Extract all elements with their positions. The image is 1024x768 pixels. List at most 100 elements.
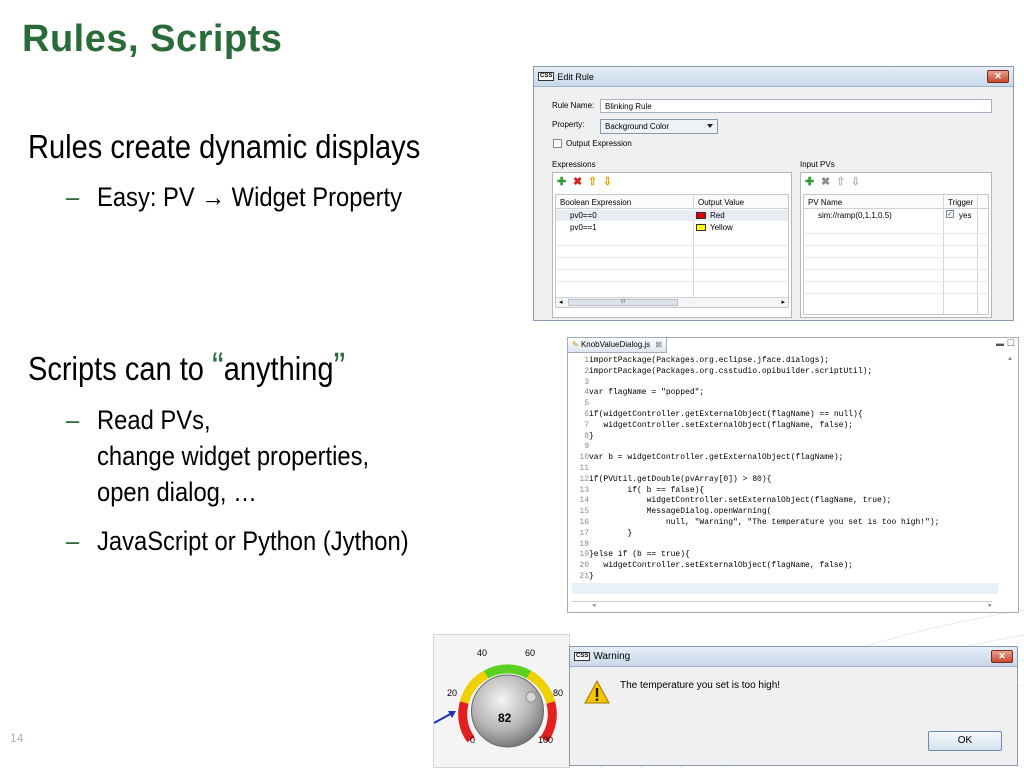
scroll-thumb[interactable]: III xyxy=(568,299,678,306)
scroll-up-icon[interactable]: ▲ xyxy=(1007,356,1013,362)
code-line[interactable]: 21} xyxy=(572,572,593,583)
code-line[interactable]: 14 widgetController.setExternalObject(fl… xyxy=(572,496,891,507)
edit-rule-title: Edit Rule xyxy=(557,71,594,82)
column-header[interactable]: Output Value xyxy=(698,198,744,207)
close-button[interactable]: ✕ xyxy=(987,70,1009,83)
line-number: 21 xyxy=(579,572,589,581)
add-icon[interactable]: ✚ xyxy=(557,177,566,188)
add-icon[interactable]: ✚ xyxy=(805,177,814,188)
bullet-line: open dialog, … xyxy=(97,477,257,507)
scroll-right-icon[interactable]: ▸ xyxy=(781,298,785,306)
scroll-left-icon[interactable]: ◂ xyxy=(592,601,596,609)
code-line[interactable]: 18 xyxy=(572,540,589,551)
edit-rule-dialog: CSS Edit Rule ✕ Rule Name: Blinking Rule… xyxy=(533,66,1014,321)
code-line[interactable]: 4var flagName = "popped"; xyxy=(572,388,704,399)
line-number: 16 xyxy=(579,518,589,527)
line-number: 3 xyxy=(584,377,589,387)
code-line[interactable]: 5 xyxy=(572,399,589,410)
rule-name-label: Rule Name: xyxy=(552,101,595,110)
tick-label: 100 xyxy=(538,735,553,745)
delete-icon[interactable]: ✖ xyxy=(573,177,582,188)
code-line[interactable]: 1importPackage(Packages.org.eclipse.jfac… xyxy=(572,356,829,367)
vertical-scrollbar[interactable]: ▲ xyxy=(1006,356,1016,596)
column-header[interactable]: Trigger xyxy=(948,198,973,207)
dash: – xyxy=(66,526,80,556)
line-number: 1 xyxy=(584,356,589,365)
code-text: widgetController.setExternalObject(flagN… xyxy=(589,561,854,571)
output-expression-label: Output Expression xyxy=(566,139,632,148)
code-line[interactable]: 13 if( b == false){ xyxy=(572,486,704,497)
code-line[interactable]: 8} xyxy=(572,432,594,443)
code-line[interactable]: 20 widgetController.setExternalObject(fl… xyxy=(572,561,853,572)
column-header[interactable]: Boolean Expression xyxy=(560,198,631,207)
code-line[interactable]: 12if(PVUtil.getDouble(pvArray[0]) > 80){ xyxy=(572,475,771,486)
expression-cell: pv0==0 xyxy=(570,211,597,220)
pv-table: PV Name Trigger sim://ramp(0,1,1,0.5) ✓ … xyxy=(803,194,989,315)
scroll-left-icon[interactable]: ◂ xyxy=(559,298,563,306)
line-number: 6 xyxy=(584,410,589,419)
minimize-icon[interactable]: ▬ xyxy=(996,339,1004,348)
horizontal-scrollbar[interactable]: ◂ III ▸ xyxy=(556,297,788,307)
code-area[interactable]: 1importPackage(Packages.org.eclipse.jfac… xyxy=(572,356,1016,598)
expression-cell: pv0==1 xyxy=(570,223,597,232)
open-quote: “ xyxy=(212,345,224,389)
line-number: 13 xyxy=(579,485,589,495)
code-text: widgetController.setExternalObject(flagN… xyxy=(589,496,892,506)
code-text: } xyxy=(589,431,594,441)
edit-rule-titlebar[interactable]: CSS Edit Rule ✕ xyxy=(534,67,1013,87)
close-button[interactable]: ✕ xyxy=(991,650,1013,663)
bullet-line: change widget properties, xyxy=(97,441,370,471)
move-up-icon[interactable]: ⇧ xyxy=(588,177,597,188)
output-value-cell: Yellow xyxy=(696,223,733,232)
code-text: importPackage(Packages.org.eclipse.jface… xyxy=(589,356,830,365)
horizontal-scrollbar[interactable]: ◂ ▸ xyxy=(572,601,992,610)
dash: – xyxy=(66,182,80,212)
code-line[interactable]: 10var b = widgetController.getExternalOb… xyxy=(572,453,843,464)
table-row[interactable]: sim://ramp(0,1,1,0.5) ✓ yes xyxy=(804,210,988,221)
code-line[interactable]: 2importPackage(Packages.org.csstudio.opi… xyxy=(572,367,872,378)
table-row[interactable]: pv0==0 Red xyxy=(556,210,788,221)
move-down-icon[interactable]: ⇩ xyxy=(851,177,860,188)
bullet-rules: Rules create dynamic displays xyxy=(28,128,421,165)
line-number: 7 xyxy=(584,420,589,430)
line-number: 20 xyxy=(579,561,589,571)
code-line[interactable]: 9 xyxy=(572,442,589,453)
tab-knob-value-dialog[interactable]: ✎ KnobValueDialog.js ⊠ xyxy=(568,338,668,353)
grid-line xyxy=(556,281,788,282)
tick-label: 60 xyxy=(525,648,535,658)
code-line[interactable]: 15 MessageDialog.openWarning( xyxy=(572,507,771,518)
knob-gauge[interactable]: 0 20 40 60 80 100 82 xyxy=(433,635,571,768)
warning-titlebar[interactable]: CSS Warning ✕ xyxy=(570,647,1017,667)
code-line[interactable]: 7 widgetController.setExternalObject(fla… xyxy=(572,421,853,432)
scroll-right-icon[interactable]: ▸ xyxy=(988,601,992,609)
color-swatch xyxy=(696,212,706,220)
rule-name-input[interactable]: Blinking Rule xyxy=(600,99,992,113)
property-select-value: Background Color xyxy=(605,122,670,131)
code-line[interactable]: 17 } xyxy=(572,529,632,540)
knob-thumb[interactable] xyxy=(525,691,537,703)
trigger-checkbox[interactable]: ✓ xyxy=(946,210,954,218)
code-line[interactable]: 3 xyxy=(572,378,589,389)
code-line[interactable]: 11 xyxy=(572,464,589,475)
ok-button[interactable]: OK xyxy=(928,731,1002,751)
output-expression-checkbox[interactable] xyxy=(553,139,562,148)
color-swatch xyxy=(696,224,706,232)
line-number: 5 xyxy=(584,399,589,409)
close-icon[interactable]: ⊠ xyxy=(655,340,662,349)
warning-title: Warning xyxy=(593,651,631,662)
code-line[interactable]: 19}else if (b == true){ xyxy=(572,550,689,561)
grid-line xyxy=(804,245,988,246)
move-up-icon[interactable]: ⇧ xyxy=(836,177,845,188)
delete-icon[interactable]: ✖ xyxy=(821,177,830,188)
line-number: 2 xyxy=(584,366,589,376)
code-line[interactable]: 16 null, "Warning", "The temperature you… xyxy=(572,518,939,529)
expressions-label: Expressions xyxy=(552,160,596,169)
move-down-icon[interactable]: ⇩ xyxy=(603,177,612,188)
code-text: if(widgetController.getExternalObject(fl… xyxy=(589,410,863,419)
maximize-icon[interactable]: ☐ xyxy=(1007,338,1015,349)
property-select[interactable]: Background Color xyxy=(600,119,718,134)
column-header[interactable]: PV Name xyxy=(808,198,842,207)
table-row[interactable]: pv0==1 Yellow xyxy=(556,222,788,233)
bullet-scripts-text: Scripts can to xyxy=(28,350,213,387)
code-line[interactable]: 6if(widgetController.getExternalObject(f… xyxy=(572,410,863,421)
